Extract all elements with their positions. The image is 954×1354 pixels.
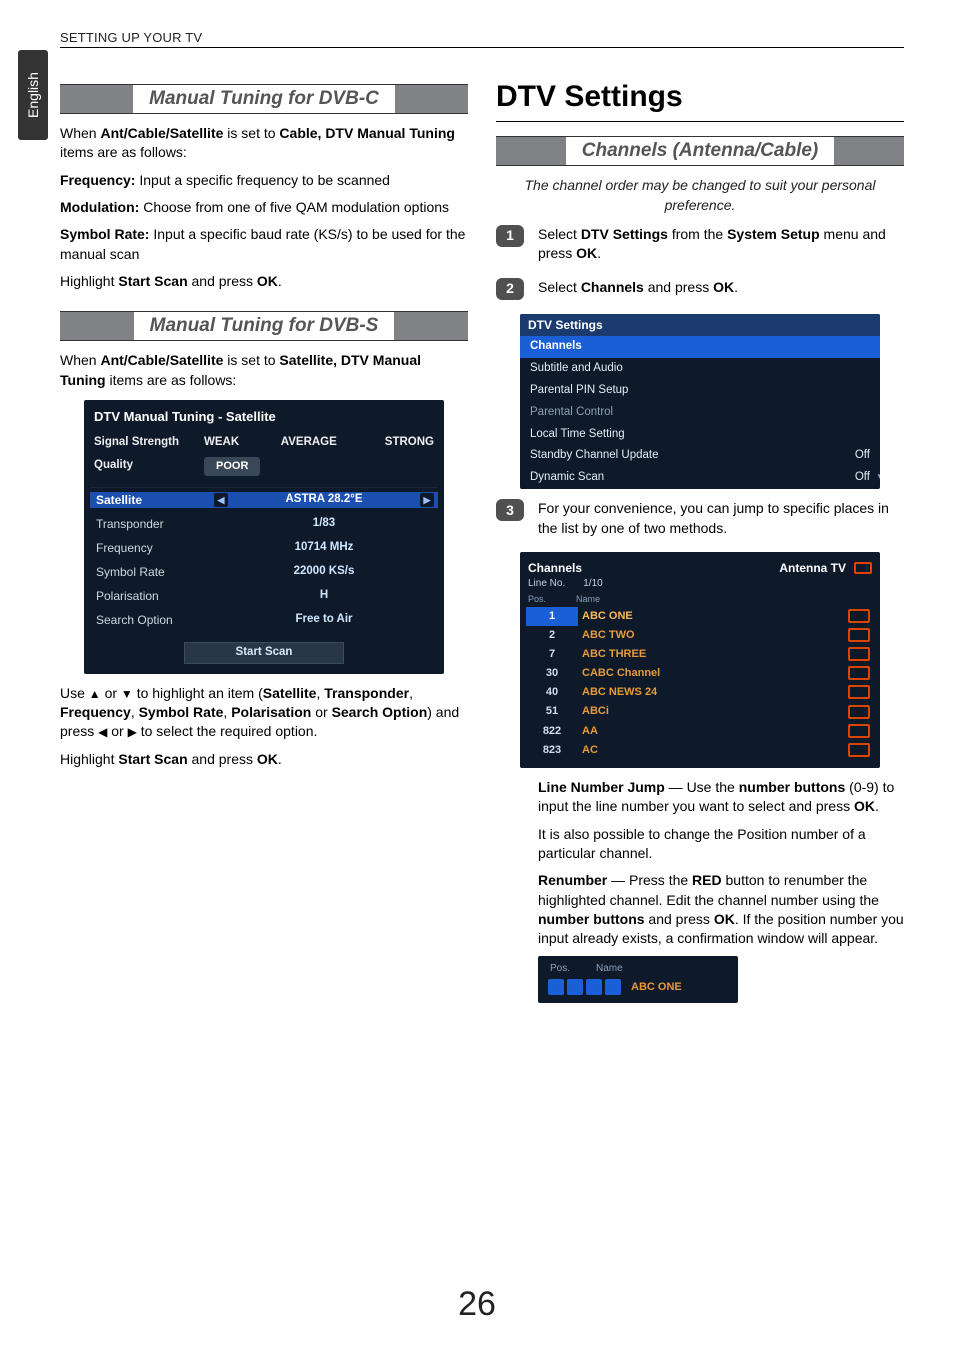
step-1-badge: 1: [496, 225, 524, 247]
chan-row[interactable]: 7ABC THREE: [526, 645, 874, 664]
page-number: 26: [0, 1285, 954, 1324]
chan-antenna-label: Antenna TV: [779, 560, 846, 577]
step-2-badge: 2: [496, 278, 524, 300]
menu-channels[interactable]: Channels: [520, 336, 880, 358]
chan-title: Channels: [528, 560, 582, 577]
renumber-para: Renumber — Press the RED button to renum…: [538, 871, 904, 948]
tv-icon: [848, 743, 870, 757]
renumber-channel-name: ABC ONE: [631, 980, 682, 995]
running-head: SETTING UP YOUR TV: [60, 30, 904, 48]
step-3-badge: 3: [496, 499, 524, 521]
tv-icon: [848, 705, 870, 719]
osd-signal-table: Signal Strength WEAK AVERAGE STRONG Qual…: [90, 432, 438, 479]
menu-dynamic-scan[interactable]: Dynamic ScanOff: [520, 467, 880, 489]
step-2: 2 Select Channels and press OK.: [496, 278, 904, 300]
menu-local-time[interactable]: Local Time Setting: [520, 424, 880, 446]
chan-row[interactable]: 2ABC TWO: [526, 626, 874, 645]
renumber-input[interactable]: [544, 979, 621, 995]
up-arrow-icon: ▲: [89, 688, 101, 700]
osd-renumber-panel: Pos.Name ABC ONE: [538, 956, 738, 1003]
osd-row-polarisation[interactable]: PolarisationH: [90, 584, 438, 608]
menu-parental-pin[interactable]: Parental PIN Setup: [520, 380, 880, 402]
tv-icon: [848, 685, 870, 699]
dvbc-startscan: Highlight Start Scan and press OK.: [60, 272, 468, 291]
section-channels: Channels (Antenna/Cable): [496, 136, 904, 166]
menu-parental-control: Parental Control: [520, 402, 880, 424]
dtv-settings-heading: DTV Settings: [496, 76, 904, 117]
heading-rule: [496, 121, 904, 122]
osd-row-searchoption[interactable]: Search OptionFree to Air: [90, 608, 438, 632]
dvbs-intro: When Ant/Cable/Satellite is set to Satel…: [60, 351, 468, 390]
tv-icon: [848, 647, 870, 661]
tv-icon: [848, 724, 870, 738]
caret-left-icon[interactable]: ◀: [214, 493, 228, 507]
dvbc-frequency: Frequency: Input a specific frequency to…: [60, 171, 468, 190]
osd-dvbs-title: DTV Manual Tuning - Satellite: [90, 408, 438, 426]
channel-note: The channel order may be changed to suit…: [496, 176, 904, 215]
chan-row[interactable]: 40ABC NEWS 24: [526, 683, 874, 702]
osd-channel-list: Channels Antenna TV Line No.1/10 Pos.Nam…: [520, 552, 880, 768]
tv-icon: [848, 666, 870, 680]
section-dvbc: Manual Tuning for DVB-C: [60, 84, 468, 114]
osd-dtv-menu: DTV Settings Channels Subtitle and Audio…: [520, 314, 880, 490]
also-possible: It is also possible to change the Positi…: [538, 825, 904, 864]
step-1: 1 Select DTV Settings from the System Se…: [496, 225, 904, 264]
line-number-jump: Line Number Jump — Use the number button…: [538, 778, 904, 817]
left-arrow-icon: ◀: [98, 726, 107, 738]
dvbs-startscan: Highlight Start Scan and press OK.: [60, 750, 468, 769]
osd-start-scan-button[interactable]: Start Scan: [184, 642, 344, 664]
section-dvbs: Manual Tuning for DVB-S: [60, 311, 468, 341]
chan-table: 1ABC ONE 2ABC TWO 7ABC THREE 30CABC Chan…: [526, 607, 874, 760]
menu-standby-update[interactable]: Standby Channel UpdateOff: [520, 445, 880, 467]
chan-row[interactable]: 822AA: [526, 722, 874, 741]
menu-subtitle-audio[interactable]: Subtitle and Audio: [520, 358, 880, 380]
osd-row-transponder[interactable]: Transponder1/83: [90, 512, 438, 536]
caret-right-icon[interactable]: ▶: [420, 493, 434, 507]
tv-icon: [854, 562, 872, 574]
chan-row[interactable]: 823AC: [526, 741, 874, 760]
chan-row[interactable]: 51ABCi: [526, 702, 874, 721]
osd-row-frequency[interactable]: Frequency10714 MHz: [90, 536, 438, 560]
step-3: 3 For your convenience, you can jump to …: [496, 499, 904, 538]
right-arrow-icon: ▶: [128, 726, 137, 738]
chan-row[interactable]: 1ABC ONE: [526, 607, 874, 626]
osd-menu-header: DTV Settings: [520, 314, 880, 337]
dvbc-symbolrate: Symbol Rate: Input a specific baud rate …: [60, 225, 468, 264]
tv-icon: [848, 609, 870, 623]
dvbc-intro: When Ant/Cable/Satellite is set to Cable…: [60, 124, 468, 163]
osd-dvbs-panel: DTV Manual Tuning - Satellite Signal Str…: [84, 400, 444, 674]
dvbc-modulation: Modulation: Choose from one of five QAM …: [60, 198, 468, 217]
tv-icon: [848, 628, 870, 642]
chan-row[interactable]: 30CABC Channel: [526, 664, 874, 683]
down-arrow-icon: ▼: [121, 688, 133, 700]
osd-row-symbolrate[interactable]: Symbol Rate22000 KS/s: [90, 560, 438, 584]
dvbs-use-arrows: Use ▲ or ▼ to highlight an item (Satelli…: [60, 684, 468, 742]
language-tab: English: [18, 50, 48, 140]
osd-row-satellite[interactable]: Satellite ◀ASTRA 28.2°E▶: [90, 488, 438, 512]
